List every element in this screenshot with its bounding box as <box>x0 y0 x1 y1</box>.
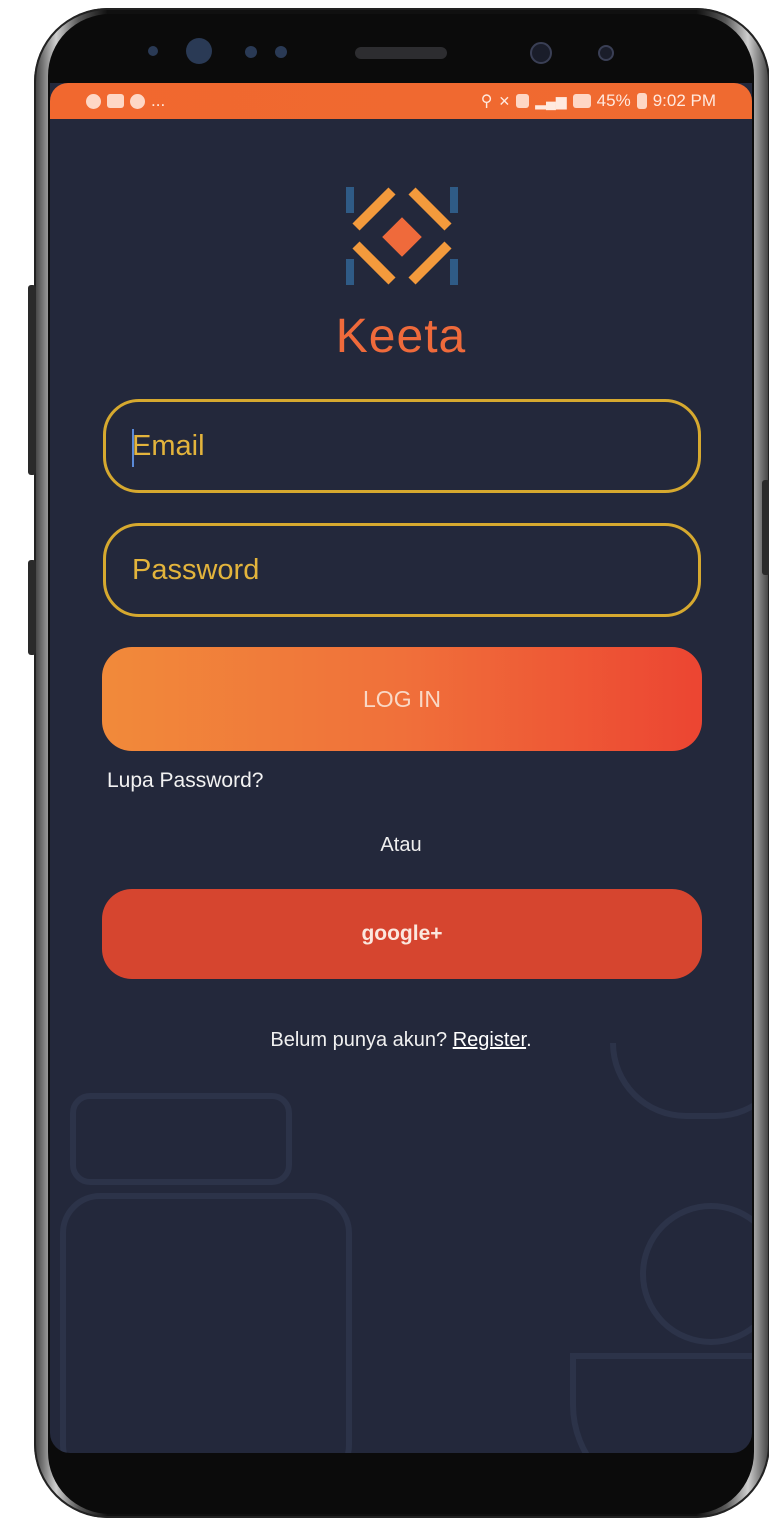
front-camera <box>530 42 552 64</box>
sensor-dot <box>275 46 287 58</box>
background-garlic-illustration <box>640 1203 752 1345</box>
lte-icon <box>572 94 591 108</box>
more-notifications: ... <box>151 91 166 110</box>
background-leaf-illustration <box>610 1043 752 1119</box>
signal-icon: ▂▄▆ <box>535 92 567 109</box>
register-link[interactable]: Register <box>453 1029 526 1051</box>
chat-icon <box>86 93 101 109</box>
top-hardware <box>0 0 769 85</box>
side-button-left <box>28 285 36 475</box>
sim-icon <box>516 94 530 108</box>
clock: 9:02 PM <box>652 91 716 110</box>
side-button-left-lower <box>28 560 36 655</box>
register-prompt-text: Belum punya akun? <box>270 1029 453 1051</box>
or-divider-text: Atau <box>380 834 422 856</box>
location-icon: ⚲ <box>480 93 493 110</box>
logo-chevron <box>408 241 452 285</box>
whatsapp-icon <box>130 93 145 109</box>
background-pot-illustration <box>60 1193 352 1453</box>
keeta-logo-icon <box>346 187 458 285</box>
battery-icon <box>636 93 647 109</box>
sensor-dot <box>148 46 158 56</box>
text-cursor <box>132 429 134 467</box>
image-icon <box>107 94 124 108</box>
google-login-button[interactable]: google+ <box>102 889 702 979</box>
brand-name: Keeta <box>335 310 467 363</box>
sensor-dot <box>245 46 257 58</box>
sensor-dot <box>186 38 212 64</box>
logo-bar <box>346 259 354 285</box>
password-field[interactable] <box>103 523 701 617</box>
background-jar-illustration <box>70 1093 292 1185</box>
email-field[interactable] <box>103 399 701 493</box>
password-input[interactable] <box>106 526 698 614</box>
email-input[interactable] <box>106 402 698 490</box>
register-period: . <box>526 1029 532 1051</box>
earpiece-speaker <box>355 47 447 59</box>
background-bowl-illustration <box>570 1353 752 1453</box>
logo-bar <box>346 187 354 213</box>
logo-chevron <box>408 187 452 231</box>
status-bar: ... ⚲ ✕ ▂▄▆ 45% 9:02 PM <box>50 83 752 119</box>
battery-level: 45% <box>596 91 631 110</box>
status-left: ... <box>86 91 165 111</box>
logo-bar <box>450 259 458 285</box>
register-prompt: Belum punya akun? Register. <box>50 1029 752 1052</box>
logo-diamond <box>382 217 422 257</box>
status-right: ⚲ ✕ ▂▄▆ 45% 9:02 PM <box>481 91 716 111</box>
mute-icon: ✕ <box>498 92 511 109</box>
logo-bar <box>450 187 458 213</box>
login-button[interactable]: LOG IN <box>102 647 702 751</box>
logo-chevron <box>352 187 396 231</box>
forgot-password-link[interactable]: Lupa Password? <box>107 769 263 793</box>
iris-sensor <box>598 45 614 61</box>
side-button-right <box>762 480 769 575</box>
app-screen: ... ⚲ ✕ ▂▄▆ 45% 9:02 PM Keeta Email LOG … <box>50 83 752 1453</box>
logo-chevron <box>352 241 396 285</box>
